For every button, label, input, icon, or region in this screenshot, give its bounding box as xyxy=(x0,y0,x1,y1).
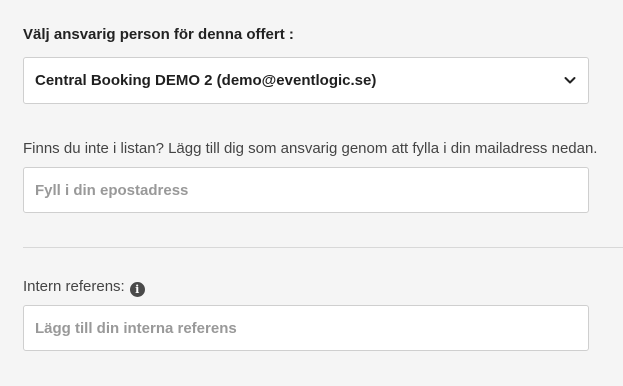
section-divider xyxy=(23,247,623,248)
internal-reference-field[interactable] xyxy=(24,306,588,350)
responsible-person-label: Välj ansvarig person för denna offert : xyxy=(23,26,294,43)
chevron-down-icon xyxy=(564,77,576,84)
internal-reference-label-row: Intern referens: i xyxy=(23,278,145,297)
email-field-container xyxy=(23,167,589,213)
responsible-person-select[interactable]: Central Booking DEMO 2 (demo@eventlogic.… xyxy=(23,57,589,104)
responsible-person-selected-value: Central Booking DEMO 2 (demo@eventlogic.… xyxy=(35,72,377,89)
internal-reference-label: Intern referens: xyxy=(23,278,125,295)
not-listed-hint: Finns du inte i listan? Lägg till dig so… xyxy=(23,140,598,157)
email-field[interactable] xyxy=(24,168,588,212)
internal-reference-field-container xyxy=(23,305,589,351)
info-icon[interactable]: i xyxy=(129,282,145,297)
